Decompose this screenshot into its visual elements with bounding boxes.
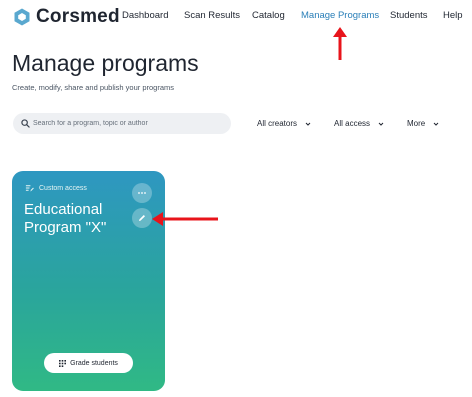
grid-icon — [59, 359, 67, 367]
nav-item-dashboard[interactable]: Dashboard — [122, 10, 168, 21]
grade-students-button[interactable]: Grade students — [44, 353, 133, 373]
more-options-button[interactable] — [132, 183, 152, 203]
logo[interactable]: Corsmed — [12, 6, 120, 28]
edit-program-button[interactable] — [132, 208, 152, 228]
filter-label: All access — [334, 119, 371, 128]
grade-students-label: Grade students — [70, 359, 118, 367]
access-label: Custom access — [39, 185, 87, 192]
filter-all-access[interactable]: All access — [334, 119, 384, 128]
search-bar[interactable] — [13, 113, 231, 134]
nav-item-students[interactable]: Students — [390, 10, 428, 21]
program-title: Educational Program "X" — [24, 201, 107, 236]
chevron-down-icon — [433, 122, 439, 126]
corsmed-logo-icon — [14, 8, 30, 26]
filter-label: All creators — [257, 119, 298, 128]
brand-name: Corsmed — [36, 6, 120, 27]
nav-item-manage-programs[interactable]: Manage Programs — [301, 10, 379, 21]
top-nav: Corsmed Dashboard Scan Results Catalog M… — [0, 0, 472, 34]
filter-label: More — [407, 119, 426, 128]
nav-item-scan-results[interactable]: Scan Results — [184, 10, 240, 21]
search-input[interactable] — [33, 115, 223, 132]
filter-all-creators[interactable]: All creators — [257, 119, 311, 128]
annotation-arrow-up-icon — [333, 27, 347, 60]
filter-more[interactable]: More — [407, 119, 439, 128]
nav-item-catalog[interactable]: Catalog — [252, 10, 285, 21]
page-subtitle: Create, modify, share and publish your p… — [12, 83, 175, 92]
page-title: Manage programs — [12, 50, 199, 76]
program-card[interactable]: Custom access Educational Program "X" Gr… — [12, 171, 165, 391]
pencil-icon — [139, 215, 145, 221]
custom-access-icon — [25, 185, 34, 192]
access-badge: Custom access — [25, 184, 87, 193]
more-horizontal-icon — [138, 192, 146, 194]
chevron-down-icon — [305, 122, 311, 126]
search-icon — [21, 119, 30, 128]
chevron-down-icon — [378, 122, 384, 126]
annotation-arrow-left-icon — [152, 212, 218, 226]
nav-item-help[interactable]: Help — [443, 10, 463, 21]
